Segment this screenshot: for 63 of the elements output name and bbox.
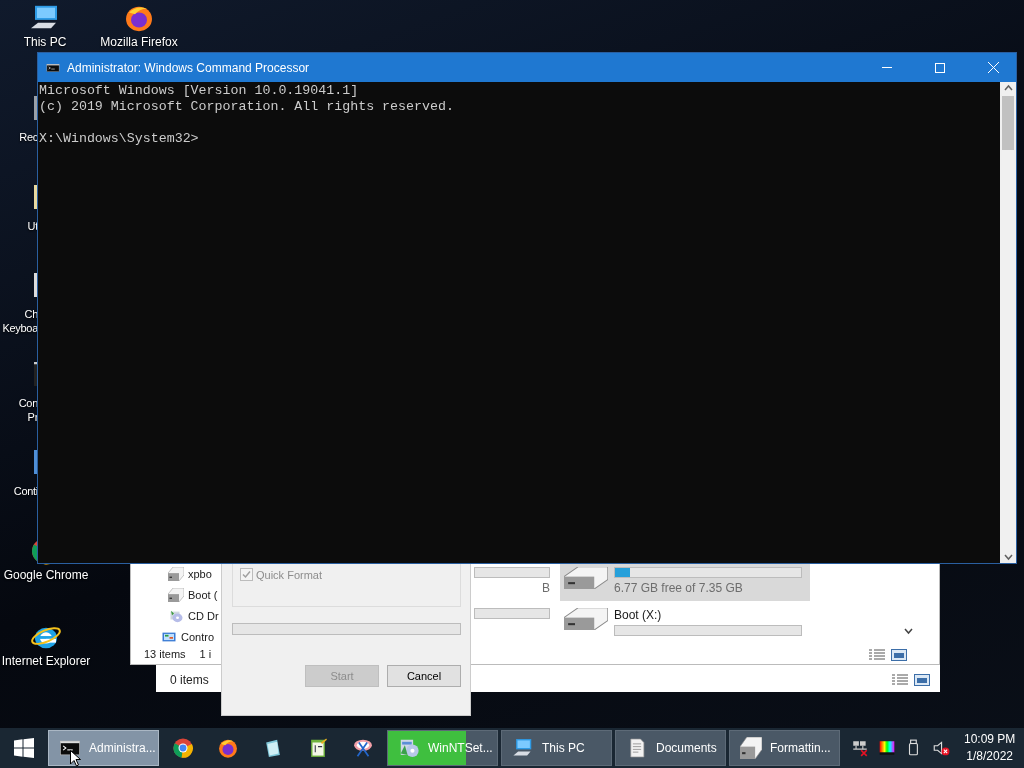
cancel-button[interactable]: Cancel (387, 665, 461, 687)
tiles-view-icon[interactable] (891, 649, 907, 661)
drive-tile[interactable]: 6.77 GB free of 7.35 GB (560, 563, 810, 601)
cd-drive-icon (168, 608, 184, 623)
scissors-icon (352, 737, 374, 759)
taskbar-button[interactable]: Documents (615, 730, 726, 766)
desktop-icon-label[interactable]: Pr (27, 410, 38, 424)
window-title: Administrator: Windows Command Processor (67, 60, 311, 75)
desktop-icon-label[interactable]: This PC (23, 35, 67, 49)
network-error-icon[interactable] (851, 739, 869, 757)
terminal-icon (59, 737, 81, 759)
drive-icon (564, 608, 608, 630)
checkmark-icon (241, 569, 252, 580)
free-space-text: 6.77 GB free of 7.35 GB (614, 581, 744, 595)
maximize-icon (935, 62, 945, 73)
recycle-bin-icon (34, 96, 38, 120)
drive-icon (168, 566, 184, 581)
desktop-icon-label[interactable]: Mozilla Firefox (100, 35, 178, 49)
nav-pane-item[interactable]: Boot ( (131, 584, 219, 605)
firefox-icon (217, 737, 239, 759)
folder-icon (34, 185, 38, 209)
terminal-icon (46, 61, 60, 74)
chrome-icon (172, 737, 194, 759)
drive-name: Boot (X:) (614, 608, 663, 622)
selection-status-text: 1 i (199, 648, 212, 660)
drive-icon (564, 567, 608, 589)
desktop-icon-label[interactable]: Keyboa (2, 321, 38, 335)
installer-icon (398, 737, 420, 759)
taskbar-button[interactable]: This PC (501, 730, 612, 766)
clock-time: 10:09 PM (964, 731, 1016, 748)
free-space-text: B (542, 581, 550, 595)
nav-pane-item[interactable]: CD Dr (131, 605, 219, 626)
desktop-icon-label[interactable]: Internet Explorer (1, 654, 91, 668)
desktop-icon-label[interactable]: Conti (13, 484, 38, 498)
drive-icon (168, 587, 184, 602)
nav-pane-item[interactable]: Contro (131, 626, 219, 647)
clock[interactable]: 10:09 PM 1/8/2022 (964, 731, 1016, 765)
command-prompt[interactable]: X:\Windows\System32> (39, 131, 999, 147)
scrollbar[interactable] (1000, 82, 1016, 563)
desktop-icon-label[interactable]: Rec (19, 130, 38, 144)
drive-icon (740, 737, 762, 759)
tiles-view-icon[interactable] (914, 674, 930, 686)
console-text: Microsoft Windows [Version 10.0.19041.1] (39, 83, 360, 99)
computer-icon (512, 737, 534, 759)
scrollbar-thumb[interactable] (1002, 96, 1014, 150)
nav-pane-item[interactable]: xpbo (131, 563, 219, 584)
minimize-icon (882, 67, 892, 68)
control-panel-icon (34, 450, 38, 474)
scroll-down-icon[interactable] (904, 628, 913, 635)
taskbar-button[interactable]: Formattin... (729, 730, 840, 766)
color-palette-icon[interactable] (878, 739, 896, 757)
close-icon (987, 62, 999, 73)
windows-logo-icon (14, 738, 34, 758)
mouse-cursor-icon (70, 750, 81, 767)
terminal-icon (34, 362, 38, 386)
status-text: 13 items (144, 648, 186, 660)
status-text: 0 items (170, 673, 209, 687)
keyboard-icon (34, 273, 38, 297)
console-text: (c) 2019 Microsoft Corporation. All rights reserved. (39, 99, 455, 115)
clock-date: 1/8/2022 (966, 748, 1014, 765)
drive-tile[interactable]: Boot (X:) (560, 604, 810, 642)
desktop-icon-label[interactable]: Google Chrome (3, 568, 89, 582)
volume-muted-icon[interactable] (932, 739, 950, 757)
